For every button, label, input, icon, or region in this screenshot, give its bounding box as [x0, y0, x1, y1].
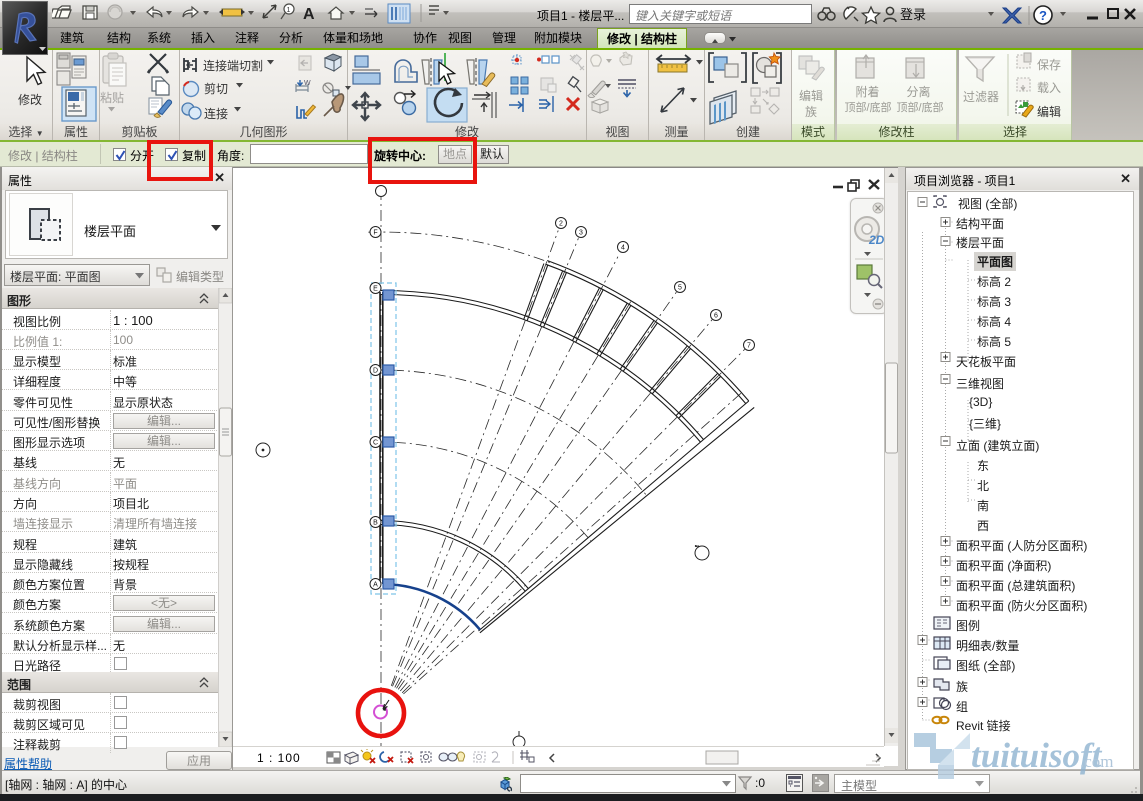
svg-text:2D: 2D — [868, 233, 885, 247]
svg-text:A: A — [303, 6, 315, 23]
svg-text:4: 4 — [621, 245, 625, 252]
svg-text:5: 5 — [678, 285, 682, 292]
svg-text:2: 2 — [559, 221, 563, 228]
svg-text:3: 3 — [579, 230, 583, 237]
svg-text:C: C — [373, 440, 378, 447]
svg-text:F: F — [373, 230, 377, 237]
svg-text:B: B — [373, 520, 378, 527]
svg-text:.com: .com — [1080, 752, 1114, 771]
svg-text:6: 6 — [714, 313, 718, 320]
svg-text:W: W — [304, 80, 311, 87]
svg-text:登录: 登录 — [900, 7, 926, 22]
svg-text:D: D — [373, 368, 378, 375]
svg-text:7: 7 — [747, 343, 751, 350]
svg-text:E: E — [373, 286, 378, 293]
svg-text:?: ? — [1039, 8, 1047, 23]
svg-text:1: 1 — [287, 7, 291, 14]
svg-text:A: A — [373, 582, 378, 589]
svg-text:粘贴: 粘贴 — [100, 90, 124, 105]
